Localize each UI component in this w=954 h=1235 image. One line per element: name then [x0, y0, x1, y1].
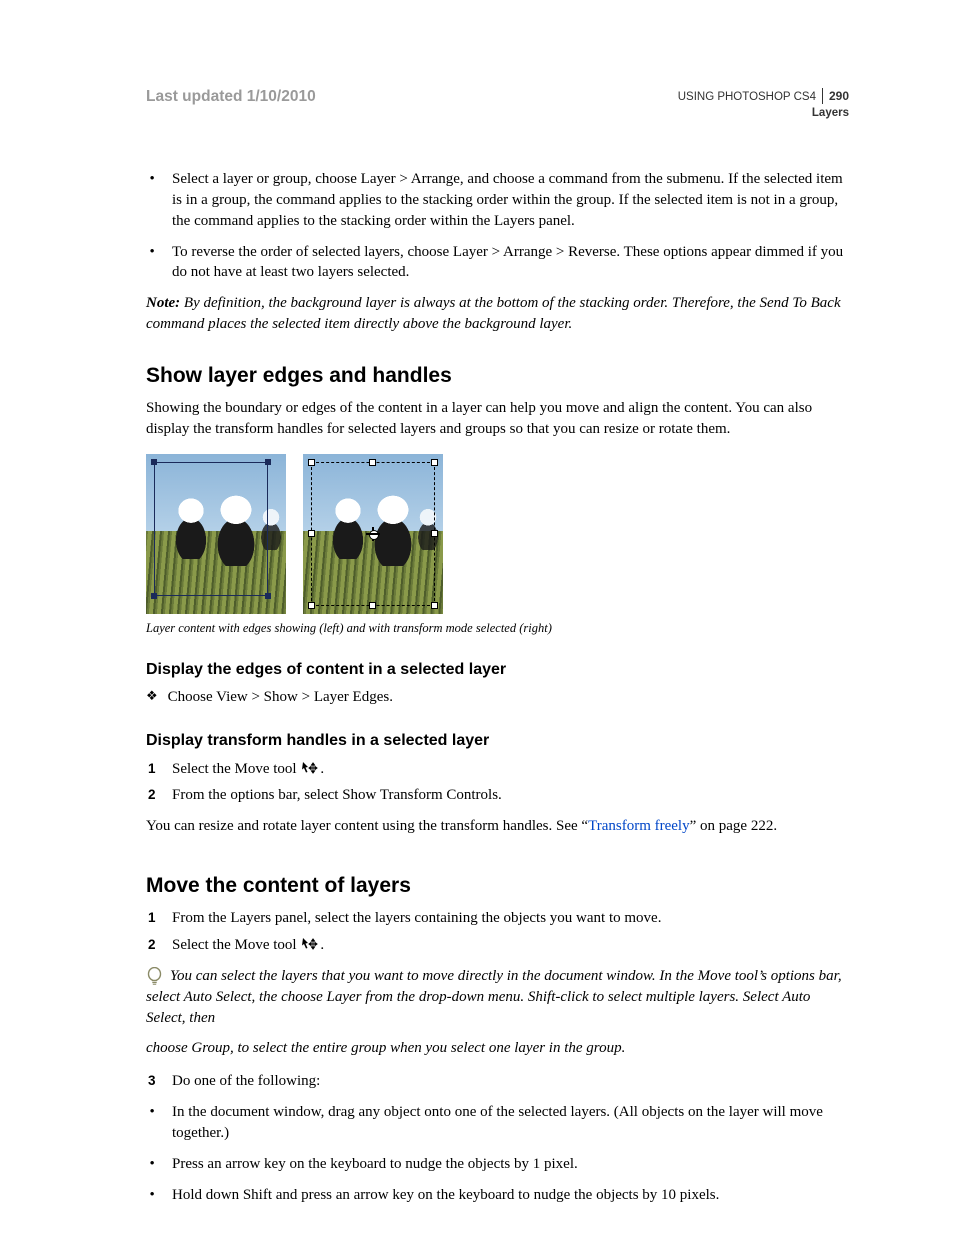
- transform-steps: Select the Move tool . From the options …: [146, 759, 849, 807]
- tip-continuation: choose Group, to select the entire group…: [146, 1038, 849, 1059]
- note-text: By definition, the background layer is a…: [146, 295, 841, 332]
- header-meta: USING PHOTOSHOP CS4 290 Layers: [678, 88, 849, 121]
- move-tool-icon: [302, 937, 318, 950]
- move-steps: From the Layers panel, select the layers…: [146, 908, 849, 956]
- heading-show-edges: Show layer edges and handles: [146, 361, 849, 390]
- text-run: ” on page 222.: [690, 818, 777, 834]
- intro-bullet-list: Select a layer or group, choose Layer > …: [146, 169, 849, 283]
- section-name: Layers: [678, 106, 849, 122]
- tip-text: You can select the layers that you want …: [146, 966, 849, 1029]
- lightbulb-icon: [146, 967, 163, 994]
- heading-display-edges: Display the edges of content in a select…: [146, 659, 849, 681]
- list-item: Do one of the following:: [166, 1071, 849, 1092]
- list-item: From the Layers panel, select the layers…: [166, 908, 849, 929]
- step-text: Select the Move tool: [172, 937, 300, 953]
- link-transform-freely[interactable]: Transform freely: [588, 818, 690, 834]
- list-item: Hold down Shift and press an arrow key o…: [166, 1185, 849, 1206]
- doc-title: USING PHOTOSHOP CS4: [678, 90, 816, 106]
- note-label: Note:: [146, 295, 180, 311]
- list-item: In the document window, drag any object …: [166, 1102, 849, 1144]
- list-item: Select the Move tool .: [166, 935, 849, 956]
- single-step: ❖ Choose View > Show > Layer Edges.: [146, 687, 849, 708]
- text-run: You can resize and rotate layer content …: [146, 818, 588, 834]
- list-item: Select a layer or group, choose Layer > …: [166, 169, 849, 232]
- step-text: Choose View > Show > Layer Edges.: [168, 689, 393, 705]
- figure-row: [146, 454, 849, 614]
- paragraph: You can resize and rotate layer content …: [146, 816, 849, 837]
- page-number: 290: [822, 88, 849, 104]
- list-item: Press an arrow key on the keyboard to nu…: [166, 1154, 849, 1175]
- heading-display-transform: Display transform handles in a selected …: [146, 730, 849, 752]
- last-updated: Last updated 1/10/2010: [146, 88, 316, 106]
- diamond-bullet-icon: ❖: [146, 687, 158, 705]
- list-item: To reverse the order of selected layers,…: [166, 242, 849, 284]
- figure-transform: [303, 454, 443, 614]
- step-text: Select the Move tool: [172, 761, 300, 777]
- list-item: From the options bar, select Show Transf…: [166, 785, 849, 806]
- paragraph: Showing the boundary or edges of the con…: [146, 398, 849, 440]
- move-tool-icon: [302, 761, 318, 774]
- list-item: Select the Move tool .: [166, 759, 849, 780]
- tip-block: You can select the layers that you want …: [146, 966, 849, 1029]
- move-steps-cont: Do one of the following:: [146, 1071, 849, 1092]
- move-sub-bullets: In the document window, drag any object …: [146, 1102, 849, 1205]
- note-block: Note: By definition, the background laye…: [146, 293, 849, 335]
- figure-caption: Layer content with edges showing (left) …: [146, 620, 849, 637]
- figure-edges: [146, 454, 286, 614]
- heading-move-content: Move the content of layers: [146, 871, 849, 900]
